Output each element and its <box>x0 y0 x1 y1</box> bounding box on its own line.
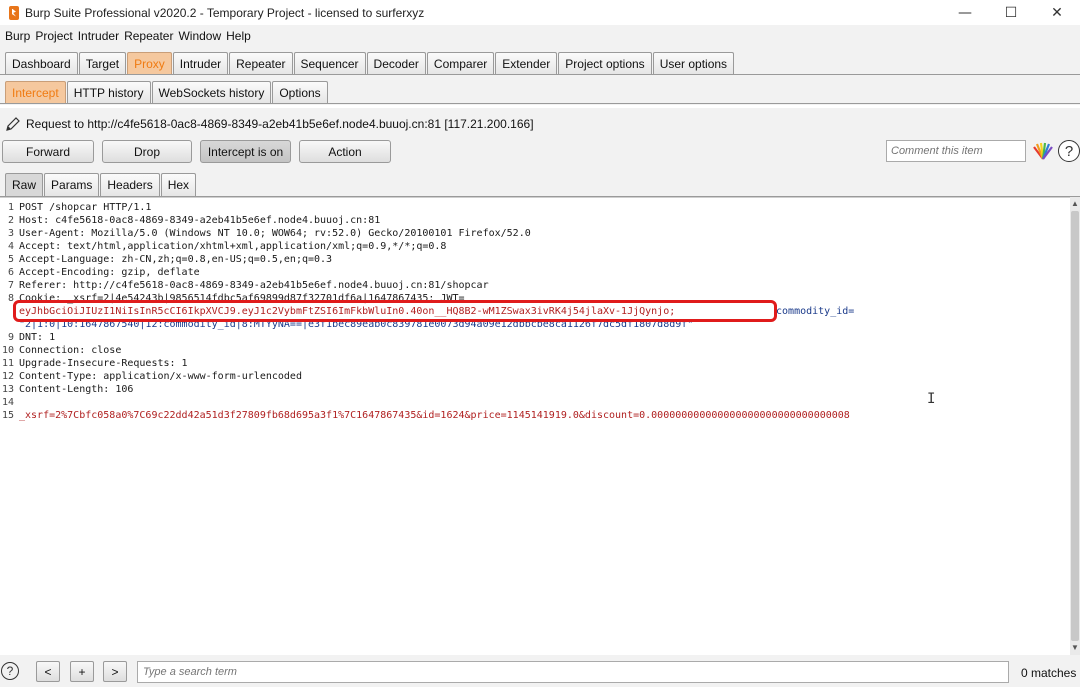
tab-target[interactable]: Target <box>78 52 127 74</box>
minimize-button[interactable]: — <box>942 0 988 25</box>
tab-intruder[interactable]: Intruder <box>172 52 229 74</box>
tab-raw[interactable]: Raw <box>5 173 44 196</box>
request-line-text[interactable]: DNT: 1 <box>19 331 55 344</box>
action-button[interactable]: Action <box>299 140 391 163</box>
menu-project[interactable]: Project <box>35 29 72 43</box>
line-number: 1 <box>7 202 14 213</box>
request-line-text[interactable]: _xsrf=2%7Cbfc058a0%7C69c22dd42a51d3f2780… <box>19 409 850 422</box>
jwt-highlight-box <box>13 300 777 322</box>
line-number: 6 <box>7 267 14 278</box>
request-info-bar: Request to http://c4fe5618-0ac8-4869-834… <box>0 112 1080 136</box>
tab-project-options[interactable]: Project options <box>558 52 652 74</box>
tab-comparer[interactable]: Comparer <box>426 52 495 74</box>
menu-window[interactable]: Window <box>178 29 221 43</box>
request-line-text[interactable]: POST /shopcar HTTP/1.1 <box>19 201 151 214</box>
window-title: Burp Suite Professional v2020.2 - Tempor… <box>25 5 425 20</box>
main-tab-bar: Dashboard Target Proxy Intruder Repeater… <box>0 49 1080 75</box>
menu-help[interactable]: Help <box>226 29 251 43</box>
tab-http-history[interactable]: HTTP history <box>66 81 151 103</box>
next-match-button[interactable]: > <box>103 661 127 682</box>
search-input[interactable] <box>137 661 1009 683</box>
request-line-text[interactable]: User-Agent: Mozilla/5.0 (Windows NT 10.0… <box>19 227 531 240</box>
previous-match-button[interactable]: < <box>36 661 60 682</box>
line-number: 2 <box>7 215 14 226</box>
request-line-text[interactable]: Accept-Encoding: gzip, deflate <box>19 266 200 279</box>
tab-repeater[interactable]: Repeater <box>229 52 293 74</box>
line-number: 4 <box>7 241 14 252</box>
proxy-tab-bar: Intercept HTTP history WebSockets histor… <box>0 78 1080 104</box>
tab-headers[interactable]: Headers <box>100 173 160 196</box>
comment-input[interactable] <box>886 140 1026 162</box>
window-controls: — ☐ ✕ <box>942 0 1080 25</box>
forward-button[interactable]: Forward <box>2 140 94 163</box>
search-options-button[interactable]: + <box>70 661 94 682</box>
editor-tab-bar: Raw Params Headers Hex <box>0 171 1080 197</box>
line-number: 15 <box>2 410 15 421</box>
intercept-toggle-button[interactable]: Intercept is on <box>200 140 291 163</box>
tab-hex[interactable]: Hex <box>160 173 197 196</box>
drop-button[interactable]: Drop <box>102 140 192 163</box>
title-bar: Burp Suite Professional v2020.2 - Tempor… <box>0 0 1080 25</box>
request-line-text[interactable]: Accept-Language: zh-CN,zh;q=0.8,en-US;q=… <box>19 253 332 266</box>
search-bar: ? < + > 0 matches <box>0 657 1080 687</box>
menu-burp[interactable]: Burp <box>5 29 30 43</box>
help-icon[interactable]: ? <box>1058 140 1080 162</box>
tab-params[interactable]: Params <box>44 173 100 196</box>
tab-intercept[interactable]: Intercept <box>5 81 66 103</box>
scroll-down-icon[interactable]: ▼ <box>1070 643 1080 653</box>
line-number: 12 <box>2 371 15 382</box>
line-number: 14 <box>2 397 15 408</box>
line-number: 9 <box>7 332 14 343</box>
scroll-thumb[interactable] <box>1071 211 1079 641</box>
tab-websockets-history[interactable]: WebSockets history <box>151 81 272 103</box>
tab-decoder[interactable]: Decoder <box>366 52 426 74</box>
tab-sequencer[interactable]: Sequencer <box>293 52 366 74</box>
text-cursor-icon: I <box>927 391 936 407</box>
tab-user-options[interactable]: User options <box>652 52 735 74</box>
request-line-text[interactable]: Content-Length: 106 <box>19 383 133 396</box>
tab-dashboard[interactable]: Dashboard <box>5 52 78 74</box>
menu-repeater[interactable]: Repeater <box>124 29 173 43</box>
menu-bar: Burp Project Intruder Repeater Window He… <box>0 25 1080 47</box>
line-number: 10 <box>2 345 15 356</box>
line-number: 7 <box>7 280 14 291</box>
request-line-text[interactable]: Upgrade-Insecure-Requests: 1 <box>19 357 188 370</box>
line-number: 11 <box>2 358 15 369</box>
highlight-icon[interactable] <box>1032 141 1054 161</box>
pencil-icon[interactable] <box>4 115 22 133</box>
request-line-text[interactable]: Referer: http://c4fe5618-0ac8-4869-8349-… <box>19 279 489 292</box>
scroll-up-icon[interactable]: ▲ <box>1070 199 1080 209</box>
line-number: 5 <box>7 254 14 265</box>
search-help-icon[interactable]: ? <box>1 662 19 680</box>
cookie-continuation-text[interactable]: commodity_id= <box>770 305 854 318</box>
burp-logo-icon <box>9 5 19 20</box>
line-number: 13 <box>2 384 15 395</box>
divider <box>0 105 1080 108</box>
line-number: 8 <box>7 293 14 304</box>
maximize-button[interactable]: ☐ <box>988 0 1034 25</box>
close-button[interactable]: ✕ <box>1034 0 1080 25</box>
tab-proxy[interactable]: Proxy <box>127 52 172 74</box>
tab-extender[interactable]: Extender <box>495 52 558 74</box>
request-editor[interactable]: 1 POST /shopcar HTTP/1.1 2 Host: c4fe5618-0… <box>0 197 1070 655</box>
request-line-text[interactable]: Host: c4fe5618-0ac8-4869-8349-a2eb41b5e6… <box>19 214 380 227</box>
editor-scrollbar[interactable]: ▲ ▼ <box>1070 197 1080 655</box>
request-line-text[interactable]: Content-Type: application/x-www-form-url… <box>19 370 302 383</box>
request-line-text[interactable]: Connection: close <box>19 344 121 357</box>
tab-options[interactable]: Options <box>272 81 328 103</box>
request-target-url: Request to http://c4fe5618-0ac8-4869-834… <box>26 117 534 131</box>
match-count: 0 matches <box>1021 666 1077 680</box>
line-number: 3 <box>7 228 14 239</box>
menu-intruder[interactable]: Intruder <box>78 29 119 43</box>
request-line-text[interactable]: Accept: text/html,application/xhtml+xml,… <box>19 240 446 253</box>
